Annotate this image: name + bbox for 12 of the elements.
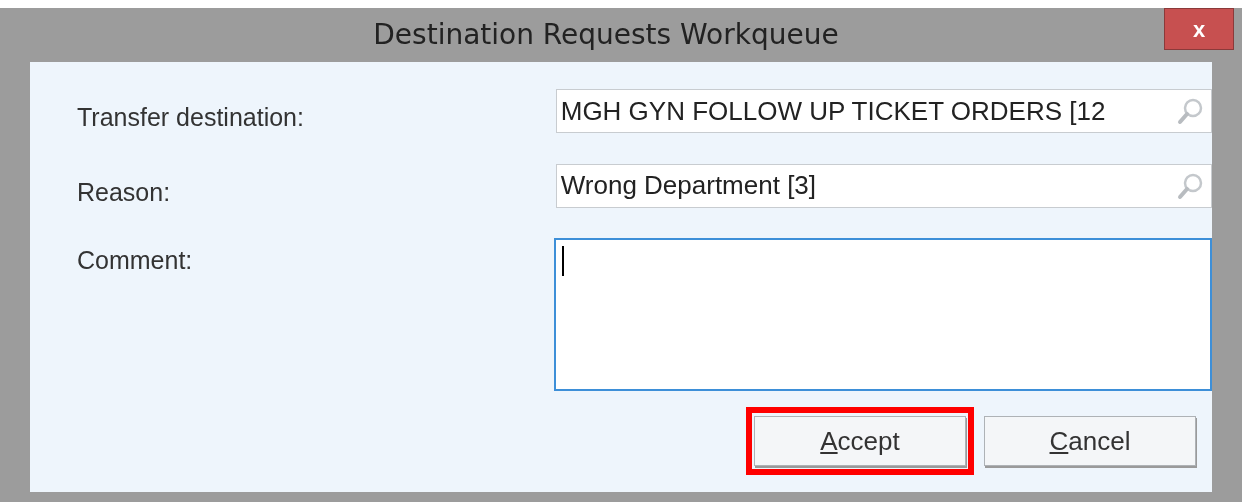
close-button[interactable]: x [1164, 8, 1234, 50]
window-title: Destination Requests Workqueue [373, 17, 840, 53]
search-icon[interactable] [1177, 171, 1205, 200]
dialog-button[interactable]: Accept [754, 416, 966, 466]
search-icon[interactable] [1177, 97, 1205, 125]
field-label: Comment: [77, 246, 193, 274]
lookup-field[interactable]: MGH GYN FOLLOW UP TICKET ORDERS [12 [555, 89, 1212, 133]
field-label: Reason: [77, 177, 171, 206]
lookup-field[interactable]: Wrong Department [3] [555, 163, 1212, 208]
dialog-button[interactable]: Cancel [984, 416, 1196, 466]
field-label: Transfer destination: [77, 103, 304, 131]
comment-field[interactable] [554, 238, 1212, 391]
